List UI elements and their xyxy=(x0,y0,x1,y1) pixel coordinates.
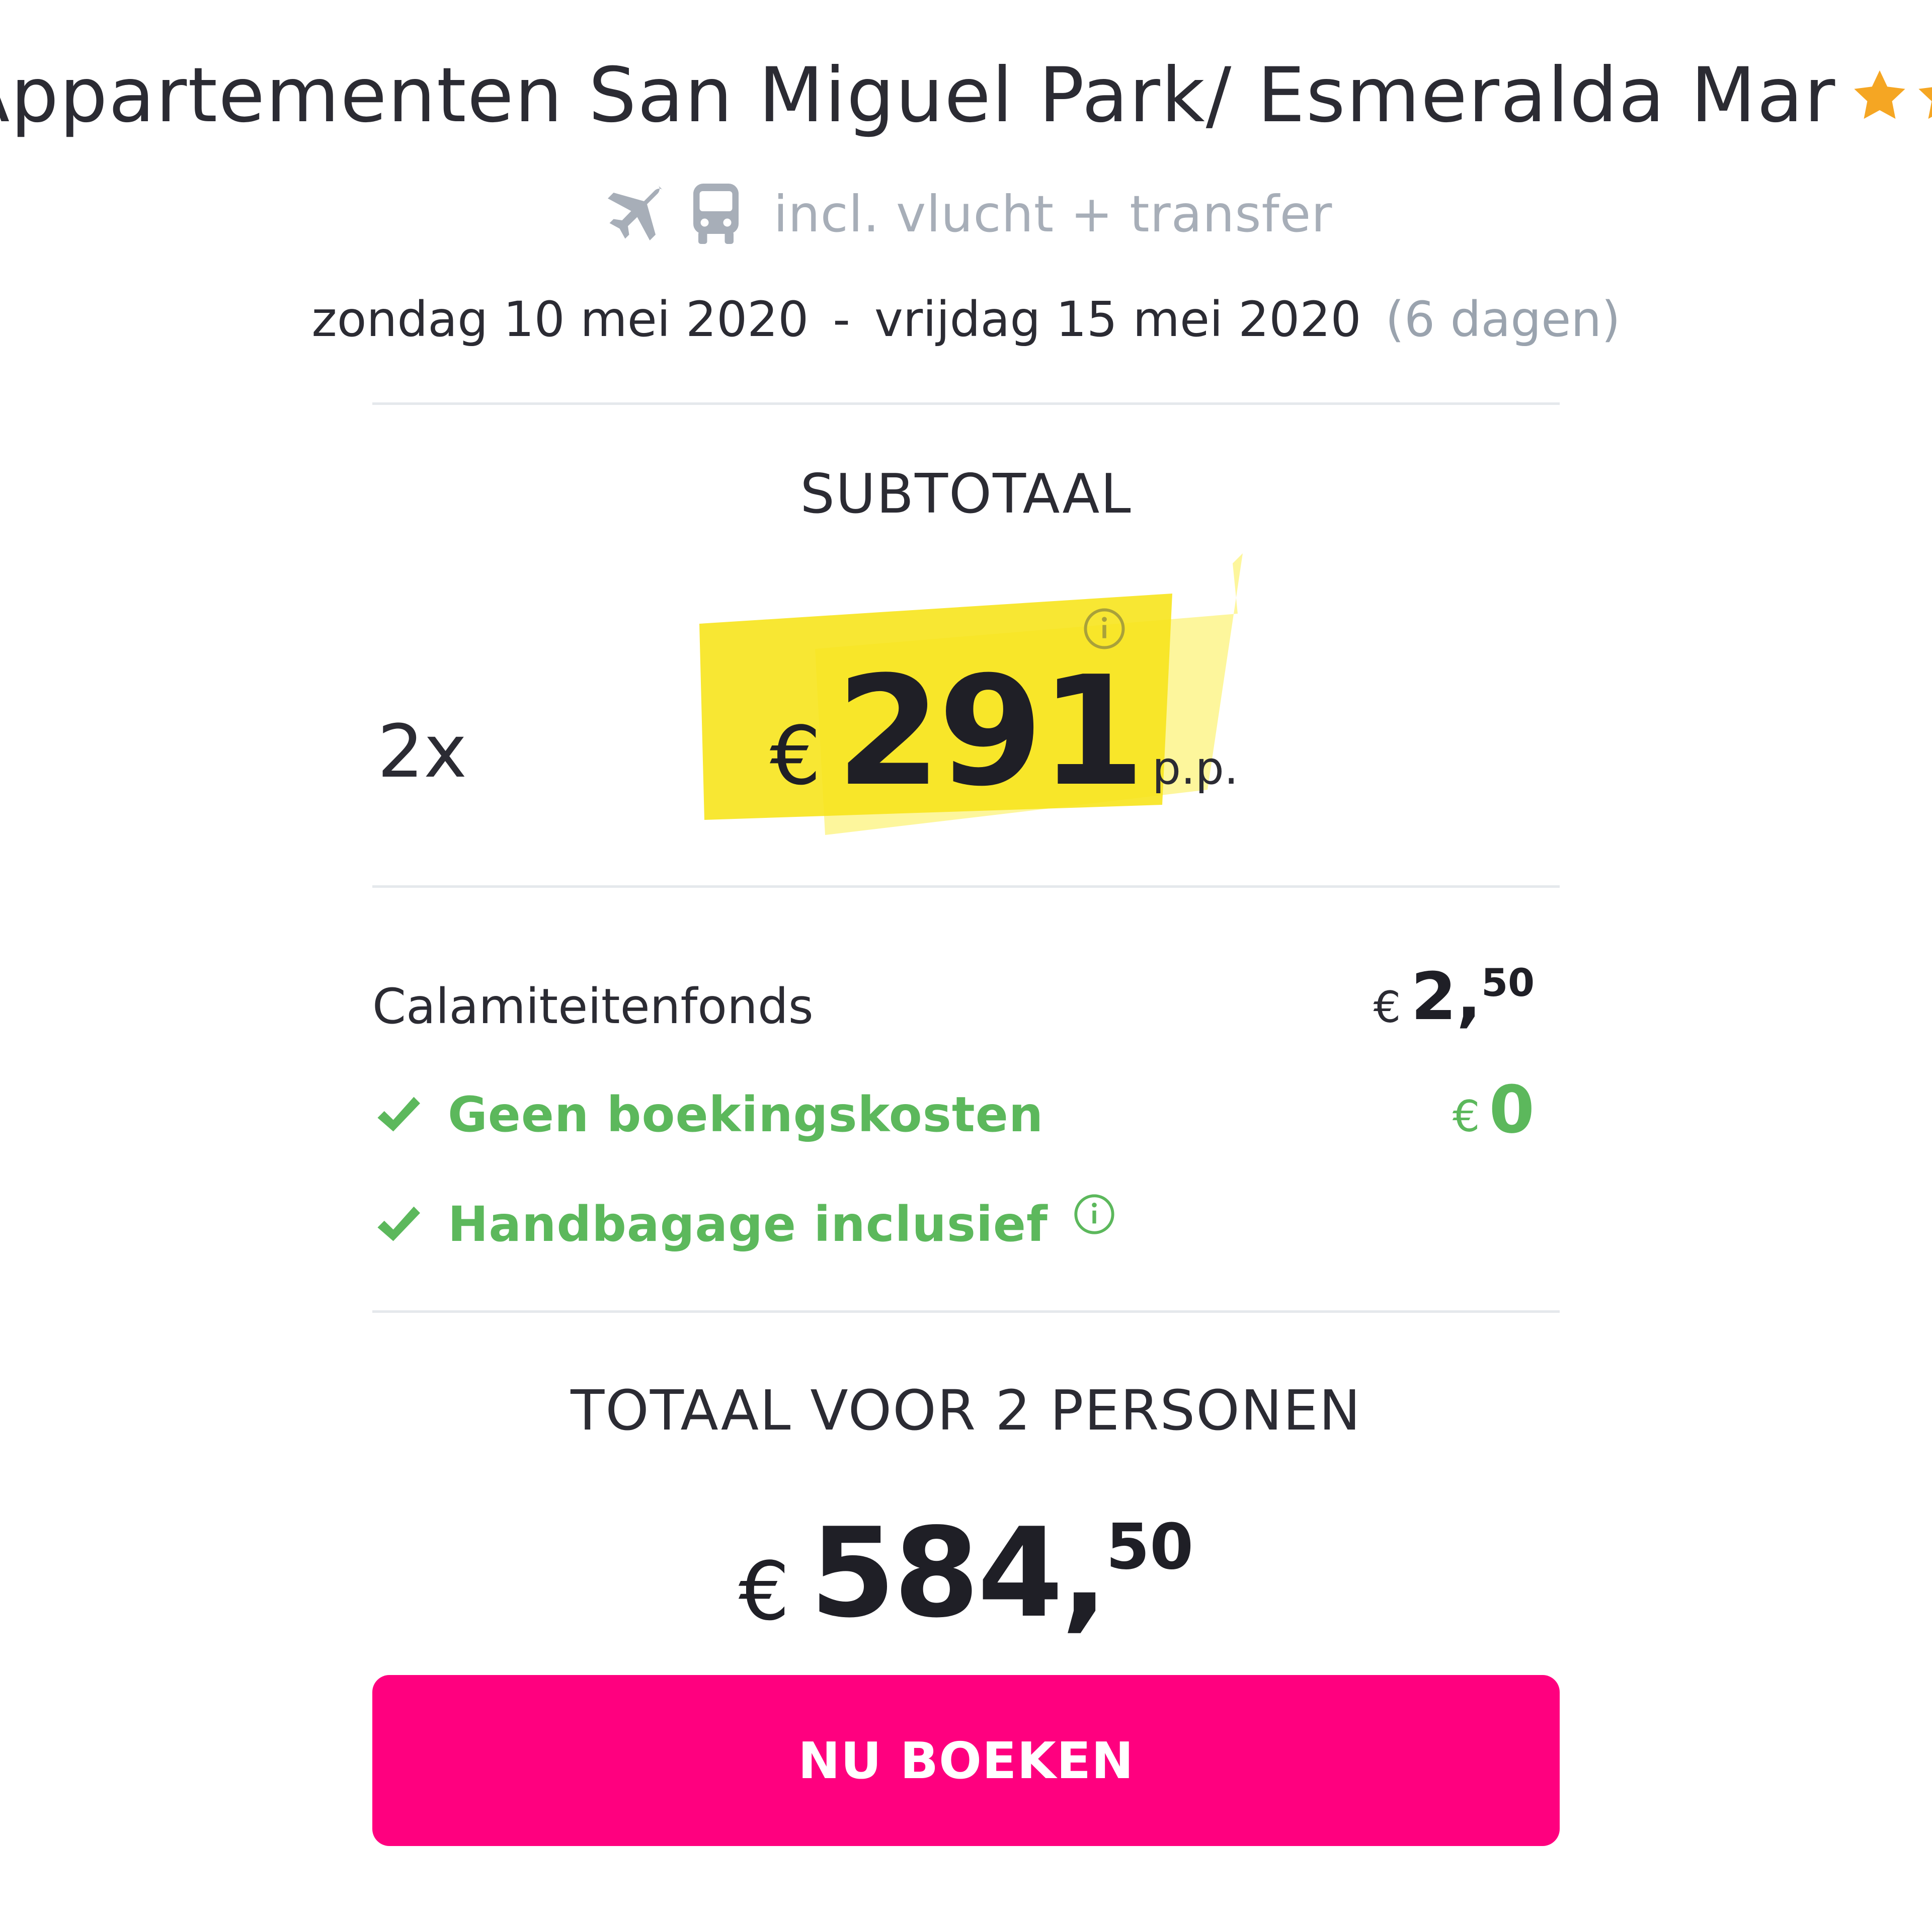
total-price: € 584, 50 xyxy=(0,1501,1932,1645)
hotel-header: Appartementen San Miguel Park/ Esmeralda… xyxy=(0,48,1932,143)
price-amount: 291 xyxy=(836,644,1145,819)
end-date: vrijdag 15 mei 2020 xyxy=(874,291,1361,348)
divider xyxy=(372,402,1560,405)
trip-duration: (6 dagen) xyxy=(1385,291,1621,348)
booking-fee-value: € 0 xyxy=(1453,1071,1535,1148)
info-icon[interactable] xyxy=(1072,1192,1116,1236)
hotel-title: Appartementen San Miguel Park/ Esmeralda… xyxy=(0,52,1836,139)
booking-fee-amount: 0 xyxy=(1489,1071,1535,1148)
feature-hand-luggage: Handbagage inclusief xyxy=(372,1194,1116,1252)
price-per-person: € 291 p.p. xyxy=(770,644,1239,819)
total-decimal: 50 xyxy=(1106,1511,1194,1583)
calamity-fund-integer: 2, xyxy=(1411,958,1482,1035)
subtotal-label: SUBTOTAAL xyxy=(800,463,1132,526)
star-icon xyxy=(1918,87,1932,119)
calamity-fund-decimal: 50 xyxy=(1481,960,1535,1005)
bus-icon xyxy=(693,184,739,244)
calamity-fund-value: € 2, 50 xyxy=(1374,958,1535,1035)
start-date: zondag 10 mei 2020 xyxy=(311,291,809,348)
book-now-button[interactable]: NU BOEKEN xyxy=(372,1675,1560,1846)
price-unit: p.p. xyxy=(1152,742,1239,795)
plane-icon xyxy=(607,186,663,240)
date-separator: - xyxy=(833,291,850,348)
total-currency: € xyxy=(738,1544,790,1638)
feature-label: Geen boekingskosten xyxy=(448,1086,1044,1143)
travel-dates: zondag 10 mei 2020 - vrijdag 15 mei 2020… xyxy=(0,284,1932,355)
check-icon xyxy=(377,1206,420,1241)
traveler-quantity: 2x xyxy=(377,709,467,794)
price-currency: € xyxy=(770,709,821,803)
divider xyxy=(372,885,1560,888)
feature-label: Handbagage inclusief xyxy=(448,1196,1048,1252)
star-rating xyxy=(1850,66,1932,125)
feature-no-booking-fee: Geen boekingskosten xyxy=(372,1086,1043,1143)
total-label: TOTAAL VOOR 2 PERSONEN xyxy=(571,1378,1361,1443)
divider xyxy=(372,1310,1560,1313)
includes-text: incl. vlucht + transfer xyxy=(773,184,1333,243)
star-icon xyxy=(1854,70,1906,119)
booking-fee-currency: € xyxy=(1452,1092,1480,1142)
calamity-fund-currency: € xyxy=(1373,982,1401,1033)
includes-row: incl. vlucht + transfer xyxy=(0,174,1932,254)
total-integer: 584, xyxy=(810,1501,1108,1645)
check-icon xyxy=(377,1097,420,1132)
calamity-fund-label: Calamiteitenfonds xyxy=(372,978,814,1035)
